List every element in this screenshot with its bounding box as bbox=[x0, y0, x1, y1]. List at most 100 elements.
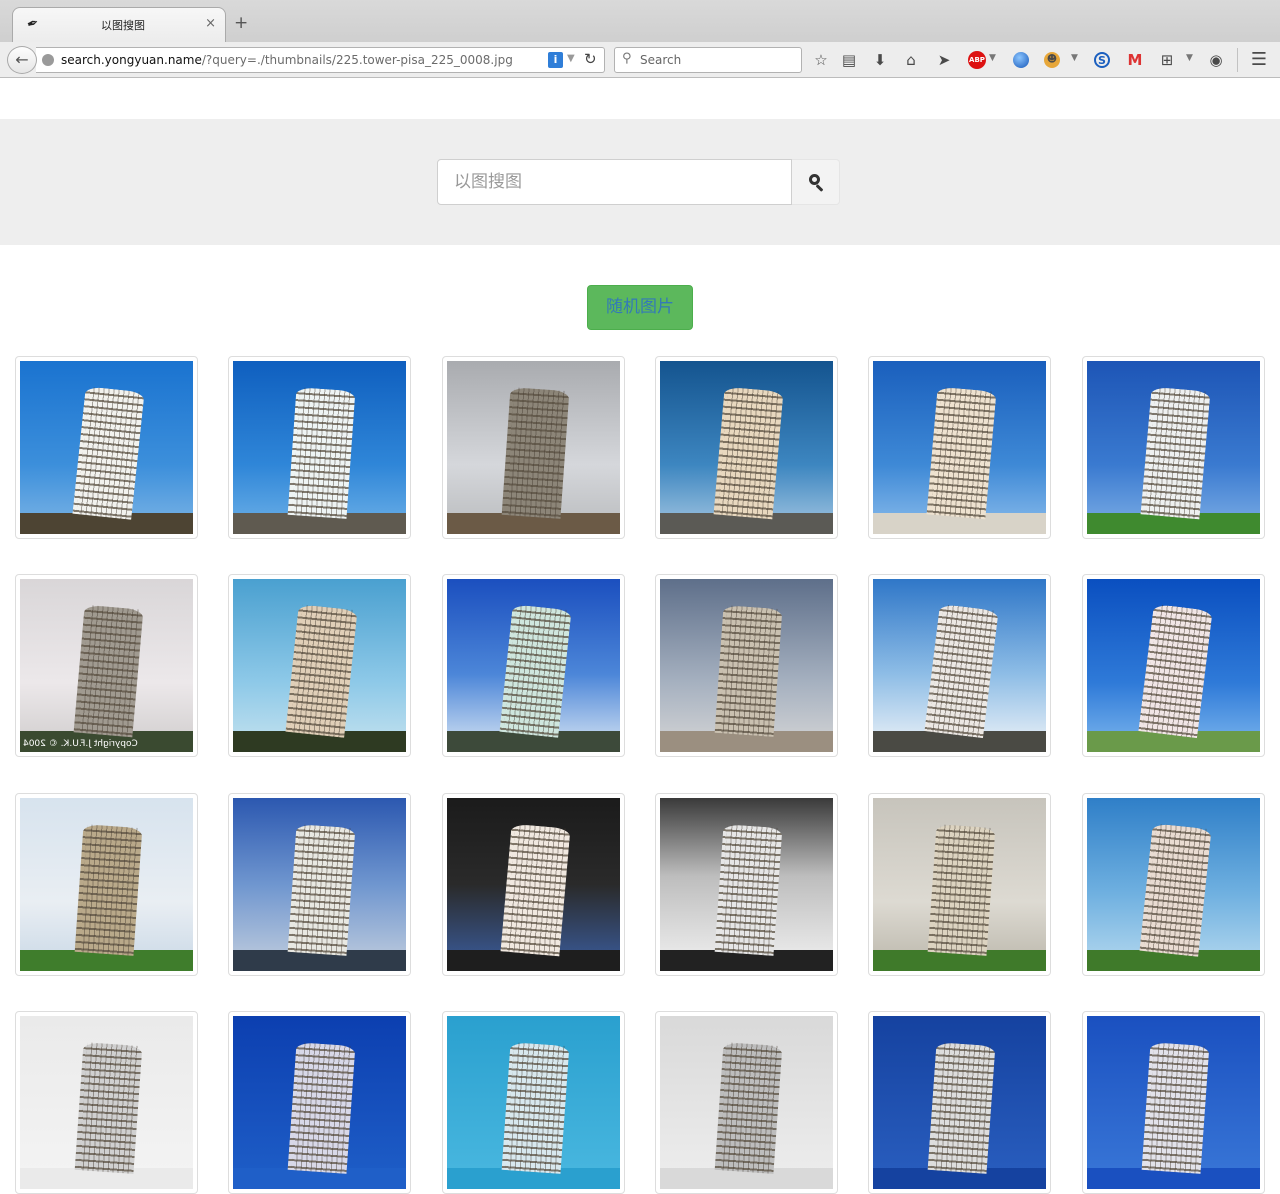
toolbar-separator bbox=[1237, 48, 1238, 72]
back-button[interactable]: ← bbox=[7, 46, 37, 74]
leaning-tower bbox=[287, 823, 356, 956]
adblock-menu-caret-icon[interactable]: ▼ bbox=[989, 53, 996, 63]
result-thumbnail[interactable] bbox=[655, 793, 838, 976]
tower-photo bbox=[447, 1016, 620, 1189]
tower-photo bbox=[20, 798, 193, 971]
result-thumbnail[interactable] bbox=[868, 574, 1051, 757]
leaning-tower bbox=[714, 1041, 783, 1174]
crop-icon[interactable]: ⊞ bbox=[1157, 51, 1177, 69]
leaning-tower bbox=[285, 603, 358, 738]
tower-photo bbox=[233, 798, 406, 971]
tower-photo: Copyright J.F.U.K. © 2004 bbox=[20, 579, 193, 752]
search-icon: ⚲ bbox=[622, 51, 632, 66]
result-thumbnail[interactable] bbox=[442, 356, 625, 539]
tower-photo bbox=[873, 361, 1046, 534]
result-thumbnail[interactable] bbox=[15, 793, 198, 976]
browser-search-field[interactable]: ⚲ Search bbox=[614, 47, 802, 73]
info-icon[interactable]: i bbox=[548, 52, 563, 68]
browser-search-placeholder: Search bbox=[640, 53, 682, 67]
result-thumbnail[interactable]: Copyright J.F.U.K. © 2004 bbox=[15, 574, 198, 757]
leaning-tower bbox=[927, 1041, 996, 1174]
tower-photo bbox=[660, 361, 833, 534]
random-image-button[interactable]: 随机图片 bbox=[587, 285, 693, 330]
result-thumbnail[interactable] bbox=[1082, 574, 1265, 757]
blue-ball-icon[interactable] bbox=[1013, 52, 1029, 68]
result-thumbnail[interactable] bbox=[15, 356, 198, 539]
result-thumbnail[interactable] bbox=[655, 574, 838, 757]
url-bar[interactable]: search.yongyuan.name/?query=./thumbnails… bbox=[36, 47, 605, 73]
new-tab-button[interactable]: + bbox=[234, 13, 248, 33]
tower-photo bbox=[447, 361, 620, 534]
result-thumbnail[interactable] bbox=[442, 1011, 625, 1194]
globe-icon bbox=[42, 54, 54, 66]
tower-photo bbox=[1087, 798, 1260, 971]
tower-photo bbox=[447, 579, 620, 752]
tower-photo bbox=[660, 579, 833, 752]
navigation-toolbar: search.yongyuan.name/?query=./thumbnails… bbox=[0, 42, 1280, 78]
search-button[interactable] bbox=[792, 159, 840, 205]
download-icon[interactable]: ⬇ bbox=[870, 51, 890, 69]
leaning-tower bbox=[1139, 822, 1212, 957]
leaning-tower bbox=[713, 386, 784, 520]
tower-photo bbox=[233, 579, 406, 752]
url-text[interactable]: search.yongyuan.name/?query=./thumbnails… bbox=[61, 53, 513, 67]
search-input[interactable] bbox=[437, 159, 792, 205]
leaning-tower bbox=[924, 603, 999, 738]
leaning-tower bbox=[927, 823, 996, 956]
leaning-tower bbox=[1138, 603, 1213, 738]
chat-icon[interactable]: ◉ bbox=[1206, 51, 1226, 69]
adblock-plus-icon[interactable]: ABP bbox=[968, 51, 986, 69]
tower-photo bbox=[873, 798, 1046, 971]
result-thumbnail[interactable] bbox=[228, 793, 411, 976]
result-thumbnail[interactable] bbox=[228, 1011, 411, 1194]
result-thumbnail[interactable] bbox=[1082, 356, 1265, 539]
tower-photo bbox=[20, 361, 193, 534]
greasemonkey-menu-caret-icon[interactable]: ▼ bbox=[1071, 53, 1078, 63]
result-thumbnail[interactable] bbox=[868, 1011, 1051, 1194]
close-tab-icon[interactable]: × bbox=[205, 16, 216, 31]
dropdown-arrow-icon[interactable]: ▼ bbox=[567, 53, 575, 64]
tower-photo bbox=[1087, 579, 1260, 752]
result-thumbnail[interactable] bbox=[1082, 793, 1265, 976]
result-thumbnail[interactable] bbox=[655, 1011, 838, 1194]
home-icon[interactable]: ⌂ bbox=[901, 51, 921, 69]
crop-menu-caret-icon[interactable]: ▼ bbox=[1186, 53, 1193, 63]
result-thumbnail[interactable] bbox=[655, 356, 838, 539]
tower-photo bbox=[660, 798, 833, 971]
tower-photo bbox=[233, 1016, 406, 1189]
tower-photo bbox=[1087, 1016, 1260, 1189]
leaning-tower bbox=[714, 604, 783, 737]
send-icon[interactable]: ➤ bbox=[934, 51, 954, 69]
greasemonkey-icon[interactable]: ☻ bbox=[1044, 52, 1060, 68]
leaning-tower bbox=[1140, 386, 1211, 520]
reload-icon[interactable]: ↻ bbox=[584, 50, 597, 68]
result-thumbnail[interactable] bbox=[868, 793, 1051, 976]
leaning-tower bbox=[72, 385, 145, 520]
result-thumbnail[interactable] bbox=[228, 574, 411, 757]
tower-photo bbox=[20, 1016, 193, 1189]
result-thumbnail[interactable] bbox=[442, 793, 625, 976]
gmail-icon[interactable]: M bbox=[1125, 51, 1145, 69]
leaning-tower bbox=[926, 386, 997, 520]
search-icon bbox=[809, 174, 820, 185]
leaning-tower bbox=[714, 823, 783, 956]
url-path: /?query=./thumbnails/225.tower-pisa_225_… bbox=[201, 53, 513, 67]
browser-tab[interactable]: ✒ 以图搜图 × bbox=[12, 7, 226, 42]
result-thumbnail[interactable] bbox=[15, 1011, 198, 1194]
feather-icon: ✒ bbox=[24, 14, 42, 34]
leaning-tower bbox=[500, 823, 571, 957]
result-thumbnail[interactable] bbox=[1082, 1011, 1265, 1194]
leaning-tower bbox=[74, 823, 143, 956]
s-icon[interactable]: S bbox=[1094, 52, 1110, 68]
bookmark-star-icon[interactable]: ☆ bbox=[811, 51, 831, 69]
leaning-tower bbox=[287, 386, 356, 519]
leaning-tower bbox=[73, 604, 144, 738]
leaning-tower bbox=[1141, 1041, 1210, 1174]
result-thumbnail[interactable] bbox=[868, 356, 1051, 539]
reading-list-icon[interactable]: ▤ bbox=[839, 51, 859, 69]
menu-icon[interactable]: ☰ bbox=[1249, 51, 1269, 69]
result-thumbnail[interactable] bbox=[442, 574, 625, 757]
tower-photo bbox=[233, 361, 406, 534]
photo-watermark: Copyright J.F.U.K. © 2004 bbox=[23, 739, 138, 749]
result-thumbnail[interactable] bbox=[228, 356, 411, 539]
